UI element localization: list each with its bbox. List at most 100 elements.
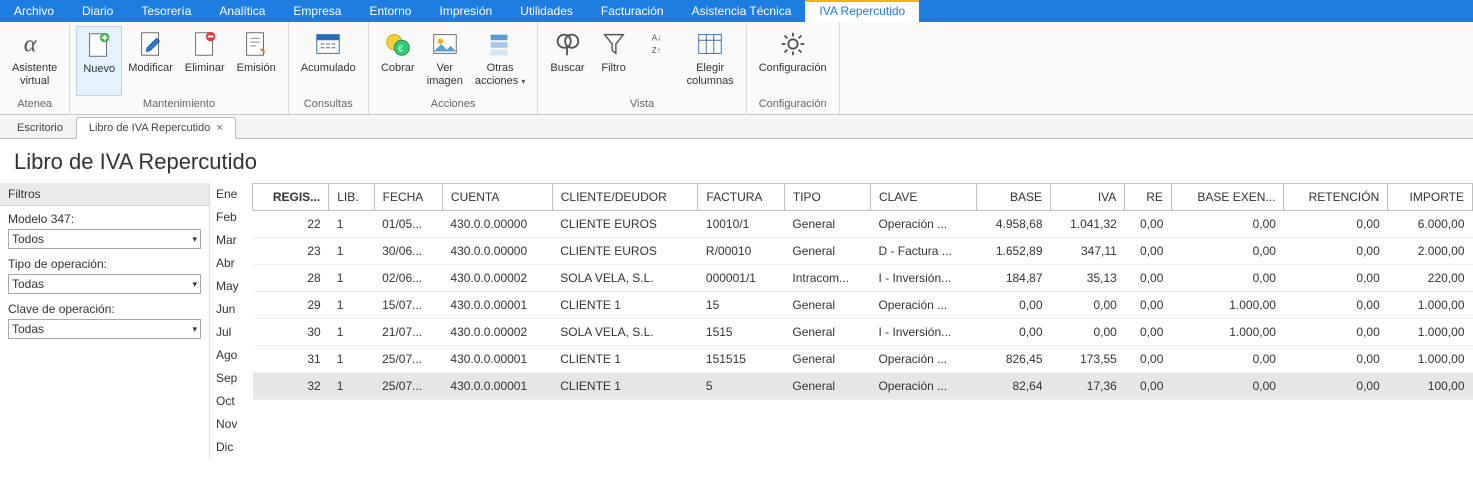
cell-fecha: 21/07... <box>374 319 442 346</box>
cell-tipo: General <box>784 292 870 319</box>
cell-base_exen: 0,00 <box>1171 211 1284 238</box>
cell-factura: 5 <box>698 373 784 400</box>
cell-iva: 0,00 <box>1051 292 1125 319</box>
buscar-button[interactable]: Buscar <box>544 26 590 96</box>
cell-importe: 1.000,00 <box>1388 346 1473 373</box>
configuracion-button[interactable]: Configuración <box>753 26 833 96</box>
cell-cliente: CLIENTE EUROS <box>552 211 698 238</box>
search-icon <box>551 28 583 60</box>
menu-item-empresa[interactable]: Empresa <box>279 0 355 22</box>
col-header-13[interactable]: IMPORTE <box>1388 184 1473 211</box>
otras-acciones-button[interactable]: Otrasacciones ▾ <box>469 26 532 96</box>
menu-item-analítica[interactable]: Analítica <box>205 0 279 22</box>
col-header-3[interactable]: CUENTA <box>442 184 552 211</box>
cell-lib: 1 <box>329 346 374 373</box>
ver-imagen-label: Verimagen <box>427 62 463 88</box>
table-row[interactable]: 32125/07...430.0.0.00001CLIENTE 15Genera… <box>253 373 1473 400</box>
table-row[interactable]: 28102/06...430.0.0.00002SOLA VELA, S.L.0… <box>253 265 1473 292</box>
acumulado-label: Acumulado <box>301 62 356 75</box>
svg-text:€: € <box>398 44 404 54</box>
menu-item-utilidades[interactable]: Utilidades <box>506 0 587 22</box>
month-sep[interactable]: Sep <box>216 371 237 385</box>
month-abr[interactable]: Abr <box>216 256 235 270</box>
columns-icon <box>694 28 726 60</box>
month-jun[interactable]: Jun <box>216 302 235 316</box>
month-feb[interactable]: Feb <box>216 210 237 224</box>
configuracion-label: Configuración <box>759 62 827 75</box>
sum-icon <box>312 28 344 60</box>
acumulado-button[interactable]: Acumulado <box>295 26 362 96</box>
menu-item-tesorería[interactable]: Tesorería <box>127 0 205 22</box>
document-tabs: EscritorioLibro de IVA Repercutido× <box>0 115 1473 139</box>
delete-doc-icon <box>189 28 221 60</box>
chevron-down-icon: ▾ <box>192 324 197 335</box>
menu-item-asistencia-técnica[interactable]: Asistencia Técnica <box>678 0 806 22</box>
col-header-7[interactable]: CLAVE <box>870 184 976 211</box>
col-header-2[interactable]: FECHA <box>374 184 442 211</box>
money-icon: € <box>382 28 414 60</box>
table-row[interactable]: 30121/07...430.0.0.00002SOLA VELA, S.L.1… <box>253 319 1473 346</box>
nuevo-button[interactable]: Nuevo <box>76 26 122 96</box>
cell-cliente: SOLA VELA, S.L. <box>552 265 698 292</box>
tipo-operacion-label: Tipo de operación: <box>8 257 201 271</box>
month-nov[interactable]: Nov <box>216 417 237 431</box>
month-mar[interactable]: Mar <box>216 233 237 247</box>
col-header-9[interactable]: IVA <box>1051 184 1125 211</box>
table-row[interactable]: 29115/07...430.0.0.00001CLIENTE 115Gener… <box>253 292 1473 319</box>
month-may[interactable]: May <box>216 279 239 293</box>
chevron-down-icon: ▾ <box>521 77 525 86</box>
edit-doc-icon <box>135 28 167 60</box>
menu-item-diario[interactable]: Diario <box>68 0 127 22</box>
col-header-0[interactable]: REGIS... <box>253 184 329 211</box>
menu-item-impresión[interactable]: Impresión <box>425 0 506 22</box>
month-oct[interactable]: Oct <box>216 394 235 408</box>
modelo-347-select[interactable]: Todos ▾ <box>8 229 201 249</box>
cell-factura: 15 <box>698 292 784 319</box>
close-icon[interactable]: × <box>216 122 222 134</box>
doc-tab-escritorio[interactable]: Escritorio <box>4 117 76 138</box>
col-header-5[interactable]: FACTURA <box>698 184 784 211</box>
clave-operacion-select[interactable]: Todas ▾ <box>8 319 201 339</box>
table-row[interactable]: 31125/07...430.0.0.00001CLIENTE 1151515G… <box>253 346 1473 373</box>
cell-clave: D - Factura ... <box>870 238 976 265</box>
month-ago[interactable]: Ago <box>216 348 237 362</box>
main-menubar: ArchivoDiarioTesoreríaAnalíticaEmpresaEn… <box>0 0 1473 22</box>
table-row[interactable]: 22101/05...430.0.0.00000CLIENTE EUROS100… <box>253 211 1473 238</box>
ordenar-button[interactable]: A↓Z↑ <box>637 26 681 96</box>
cell-base_exen: 0,00 <box>1171 265 1284 292</box>
cell-cliente: SOLA VELA, S.L. <box>552 319 698 346</box>
cell-tipo: General <box>784 319 870 346</box>
col-header-4[interactable]: CLIENTE/DEUDOR <box>552 184 698 211</box>
cell-base_exen: 0,00 <box>1171 238 1284 265</box>
month-jul[interactable]: Jul <box>216 325 231 339</box>
cell-retencion: 0,00 <box>1284 346 1388 373</box>
cobrar-button[interactable]: € Cobrar <box>375 26 421 96</box>
cobrar-label: Cobrar <box>381 62 415 75</box>
elegir-columnas-button[interactable]: Elegircolumnas <box>681 26 740 96</box>
filtro-button[interactable]: Filtro <box>591 26 637 96</box>
table-row[interactable]: 23130/06...430.0.0.00000CLIENTE EUROSR/0… <box>253 238 1473 265</box>
asistente-virtual-button[interactable]: αAsistentevirtual <box>6 26 63 96</box>
col-header-11[interactable]: BASE EXEN... <box>1171 184 1284 211</box>
data-grid[interactable]: REGIS...LIB.FECHACUENTACLIENTE/DEUDORFAC… <box>252 183 1473 400</box>
col-header-8[interactable]: BASE <box>976 184 1050 211</box>
cell-importe: 2.000,00 <box>1388 238 1473 265</box>
month-ene[interactable]: Ene <box>216 187 237 201</box>
cell-importe: 1.000,00 <box>1388 292 1473 319</box>
col-header-12[interactable]: RETENCIÓN <box>1284 184 1388 211</box>
col-header-1[interactable]: LIB. <box>329 184 374 211</box>
doc-tab-libro-de-iva-repercutido[interactable]: Libro de IVA Repercutido× <box>76 117 236 139</box>
col-header-10[interactable]: RE <box>1125 184 1172 211</box>
menu-item-facturación[interactable]: Facturación <box>587 0 678 22</box>
modificar-button[interactable]: Modificar <box>122 26 179 96</box>
month-dic[interactable]: Dic <box>216 440 233 454</box>
otras-acciones-label: Otrasacciones ▾ <box>475 62 526 88</box>
eliminar-button[interactable]: Eliminar <box>179 26 231 96</box>
col-header-6[interactable]: TIPO <box>784 184 870 211</box>
ver-imagen-button[interactable]: Verimagen <box>421 26 469 96</box>
tipo-operacion-select[interactable]: Todas ▾ <box>8 274 201 294</box>
emision-button[interactable]: Emisión <box>231 26 282 96</box>
menu-item-iva-repercutido[interactable]: IVA Repercutido <box>805 0 919 22</box>
menu-item-archivo[interactable]: Archivo <box>0 0 68 22</box>
menu-item-entorno[interactable]: Entorno <box>355 0 425 22</box>
